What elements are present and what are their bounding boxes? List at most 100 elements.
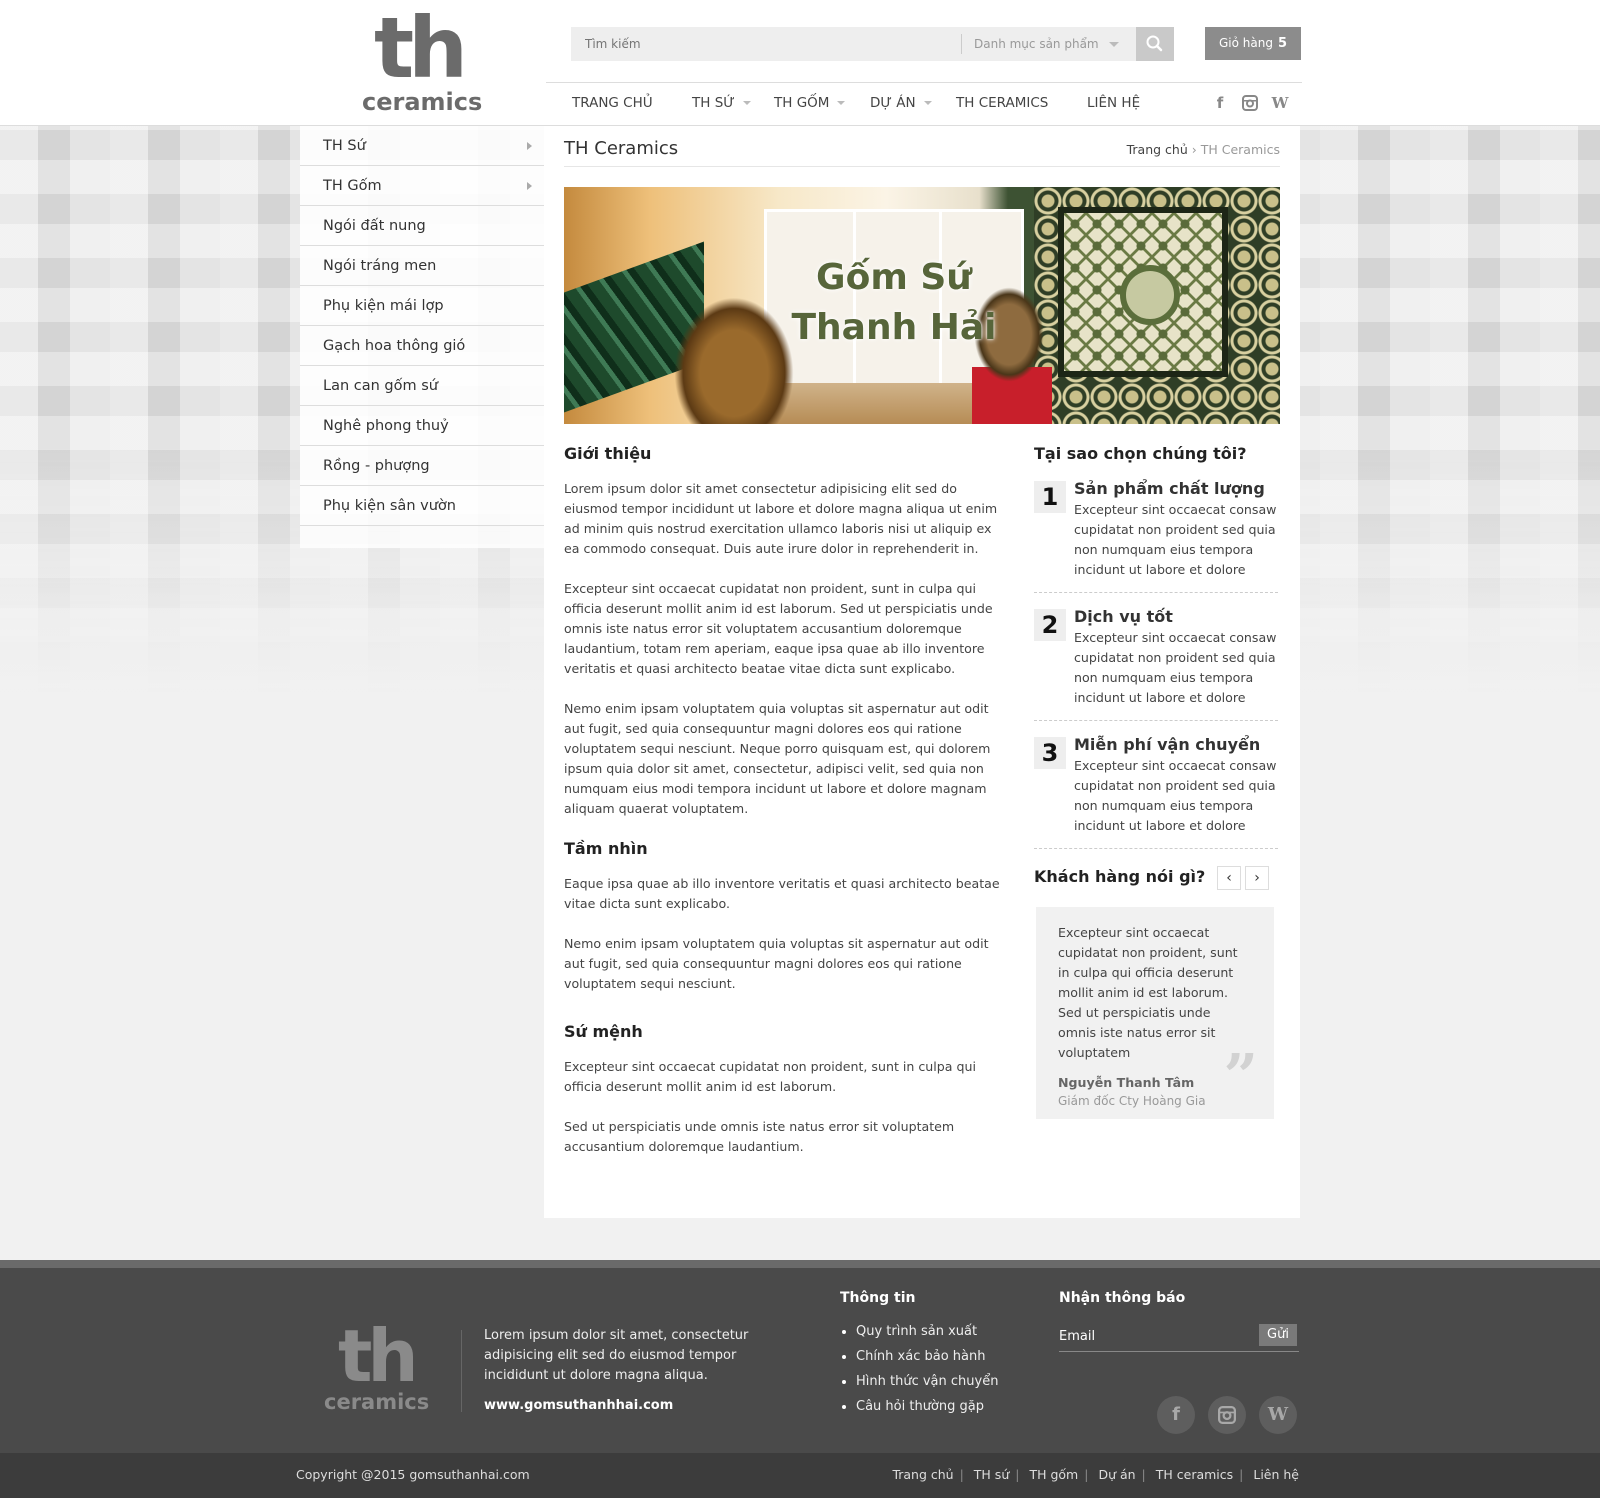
main-content: TH Ceramics Trang chủ › TH Ceramics Gốm … xyxy=(544,126,1300,1218)
breadcrumb-current: TH Ceramics xyxy=(1200,142,1280,157)
facebook-icon[interactable]: f xyxy=(1157,1396,1195,1434)
wordpress-icon[interactable]: W xyxy=(1259,1396,1297,1434)
facebook-icon[interactable]: f xyxy=(1210,93,1230,113)
why-us-number: 3 xyxy=(1034,737,1066,769)
bottom-link-th-ceramics[interactable]: TH ceramics xyxy=(1156,1467,1233,1482)
breadcrumb-separator: › xyxy=(1191,142,1197,157)
site-logo[interactable]: th ceramics xyxy=(362,0,486,116)
sidebar-item-lan-can[interactable]: Lan can gốm sứ xyxy=(300,366,544,406)
bottom-link-th-su[interactable]: TH sứ xyxy=(974,1467,1009,1482)
testimonial-card: Excepteur sint occaecat cupidatat non pr… xyxy=(1036,907,1274,1119)
logo-wordmark: ceramics xyxy=(362,88,483,116)
sidebar-item-phu-kien-san-vuon[interactable]: Phụ kiện sân vườn xyxy=(300,486,544,526)
banner-title: Gốm Sứ Thanh Hải xyxy=(774,253,1014,353)
nav-item-du-an[interactable]: DỰ ÁN xyxy=(870,95,932,111)
sidebar-item-nghe[interactable]: Nghê phong thuỷ xyxy=(300,406,544,446)
sidebar-item-label: Rồng - phượng xyxy=(323,458,430,474)
nav-item-th-ceramics[interactable]: TH CERAMICS xyxy=(956,95,1048,111)
why-us-number: 1 xyxy=(1034,481,1066,513)
chevron-down-icon xyxy=(1109,42,1119,47)
footer-logo[interactable]: th ceramics xyxy=(324,1320,436,1416)
sidebar-item-label: TH Sứ xyxy=(323,138,366,154)
sidebar-item-ngoi-trang-men[interactable]: Ngói tráng men xyxy=(300,246,544,286)
sidebar-item-label: Phụ kiện mái lợp xyxy=(323,298,444,314)
email-field[interactable] xyxy=(1059,1322,1239,1350)
cart-button[interactable]: Giỏ hàng 5 xyxy=(1205,27,1301,60)
nav-item-home[interactable]: TRANG CHỦ xyxy=(572,95,653,111)
footer-info-link[interactable]: Chính xác bảo hành xyxy=(840,1347,1040,1366)
sidebar-item-label: TH Gốm xyxy=(323,178,382,194)
vision-heading: Tầm nhìn xyxy=(564,839,648,858)
search-icon xyxy=(1146,35,1163,52)
why-us-title: Miễn phí vận chuyển xyxy=(1074,735,1261,754)
category-sidebar: TH Sứ TH Gốm Ngói đất nung Ngói tráng me… xyxy=(300,126,544,548)
chevron-right-icon xyxy=(527,142,532,150)
bottom-bar: Copyright @2015 gomsuthanhai.com Trang c… xyxy=(0,1453,1600,1498)
bottom-link-du-an[interactable]: Dự án xyxy=(1098,1467,1135,1482)
chevron-right-icon[interactable]: › xyxy=(1245,866,1269,890)
sidebar-item-label: Ngói tráng men xyxy=(323,258,437,274)
sidebar-item-gach-hoa[interactable]: Gạch hoa thông gió xyxy=(300,326,544,366)
footer-info-link[interactable]: Hình thức vận chuyển xyxy=(840,1372,1040,1391)
nav-item-th-gom[interactable]: TH GỐM xyxy=(774,95,846,111)
breadcrumb: Trang chủ › TH Ceramics xyxy=(1127,142,1280,157)
intro-paragraph: Nemo enim ipsam voluptatem quia voluptas… xyxy=(564,701,991,816)
vision-paragraph: Nemo enim ipsam voluptatem quia voluptas… xyxy=(564,936,989,991)
nav-item-label: TH CERAMICS xyxy=(956,95,1049,111)
send-button[interactable]: Gửi xyxy=(1259,1324,1297,1346)
search-button[interactable] xyxy=(1136,27,1174,61)
link-separator: | xyxy=(1015,1467,1020,1482)
footer-about-text: Lorem ipsum dolor sit amet, consectetur … xyxy=(484,1328,749,1383)
why-us-desc: Excepteur sint occaecat consaw cupidatat… xyxy=(1074,758,1277,833)
banner-title-line2: Thanh Hải xyxy=(791,307,997,348)
link-separator: | xyxy=(959,1467,964,1482)
chevron-down-icon xyxy=(837,101,846,105)
intro-paragraph: Excepteur sint occaecat cupidatat non pr… xyxy=(564,581,993,676)
wordpress-icon[interactable]: W xyxy=(1270,93,1290,113)
sidebar-item-rong-phuong[interactable]: Rồng - phượng xyxy=(300,446,544,486)
vision-paragraph: Eaque ipsa quae ab illo inventore verita… xyxy=(564,876,1000,911)
chevron-left-icon[interactable]: ‹ xyxy=(1217,866,1241,890)
nav-item-label: TH SỨ xyxy=(692,95,735,111)
footer-info: Thông tin Quy trình sản xuất Chính xác b… xyxy=(840,1290,1040,1422)
footer-info-link[interactable]: Câu hỏi thường gặp xyxy=(840,1397,1040,1416)
bottom-link-home[interactable]: Trang chủ xyxy=(892,1467,953,1482)
bottom-link-th-gom[interactable]: TH gốm xyxy=(1029,1467,1078,1482)
nav-item-lien-he[interactable]: LIÊN HỆ xyxy=(1087,95,1140,111)
banner-lattice-wall xyxy=(1034,187,1280,424)
banner-lattice-disc xyxy=(1120,265,1180,325)
logo-mark: th xyxy=(374,0,468,97)
sidebar-item-ngoi-dat-nung[interactable]: Ngói đất nung xyxy=(300,206,544,246)
bottom-link-lien-he[interactable]: Liên hệ xyxy=(1253,1467,1299,1482)
breadcrumb-home[interactable]: Trang chủ xyxy=(1127,142,1188,157)
sidebar-item-phu-kien-mai-lop[interactable]: Phụ kiện mái lợp xyxy=(300,286,544,326)
instagram-icon[interactable] xyxy=(1208,1396,1246,1434)
sidebar-item-th-su[interactable]: TH Sứ xyxy=(300,126,544,166)
main-nav: TRANG CHỦ TH SỨ TH GỐM DỰ ÁN TH CERAMICS… xyxy=(546,82,1302,126)
why-us-title: Sản phẩm chất lượng xyxy=(1074,479,1265,498)
footer-info-link[interactable]: Quy trình sản xuất xyxy=(840,1322,1040,1341)
site-header: th ceramics Danh mục sản phẩm Giỏ hàng 5… xyxy=(0,0,1600,126)
banner-title-line1: Gốm Sứ xyxy=(816,257,972,298)
mission-paragraph: Sed ut perspiciatis unde omnis iste natu… xyxy=(564,1119,955,1154)
footer-logo-wordmark: ceramics xyxy=(324,1390,430,1414)
sidebar-item-th-gom[interactable]: TH Gốm xyxy=(300,166,544,206)
why-us-item: 1 Sản phẩm chất lượng Excepteur sint occ… xyxy=(1034,479,1278,593)
category-select-label: Danh mục sản phẩm xyxy=(974,37,1099,51)
category-select[interactable]: Danh mục sản phẩm xyxy=(961,34,1131,54)
link-separator: | xyxy=(1239,1467,1244,1482)
sidebar-item-label: Lan can gốm sứ xyxy=(323,378,438,394)
instagram-icon[interactable] xyxy=(1240,93,1260,113)
link-separator: | xyxy=(1084,1467,1089,1482)
cart-count-badge: 5 xyxy=(1277,36,1287,51)
search-input[interactable] xyxy=(571,27,961,61)
why-us-heading: Tại sao chọn chúng tôi? xyxy=(1034,444,1247,463)
sidebar-item-label: Nghê phong thuỷ xyxy=(323,418,449,434)
site-footer: th ceramics Lorem ipsum dolor sit amet, … xyxy=(0,1260,1600,1453)
footer-website-link[interactable]: www.gomsuthanhhai.com xyxy=(484,1396,804,1416)
testimonial-header: Khách hàng nói gì? ‹ › xyxy=(1034,863,1278,891)
why-us-desc: Excepteur sint occaecat consaw cupidatat… xyxy=(1074,630,1277,705)
nav-item-th-su[interactable]: TH SỨ xyxy=(692,95,751,111)
quote-icon: ” xyxy=(1223,1042,1258,1112)
footer-divider xyxy=(461,1330,462,1412)
